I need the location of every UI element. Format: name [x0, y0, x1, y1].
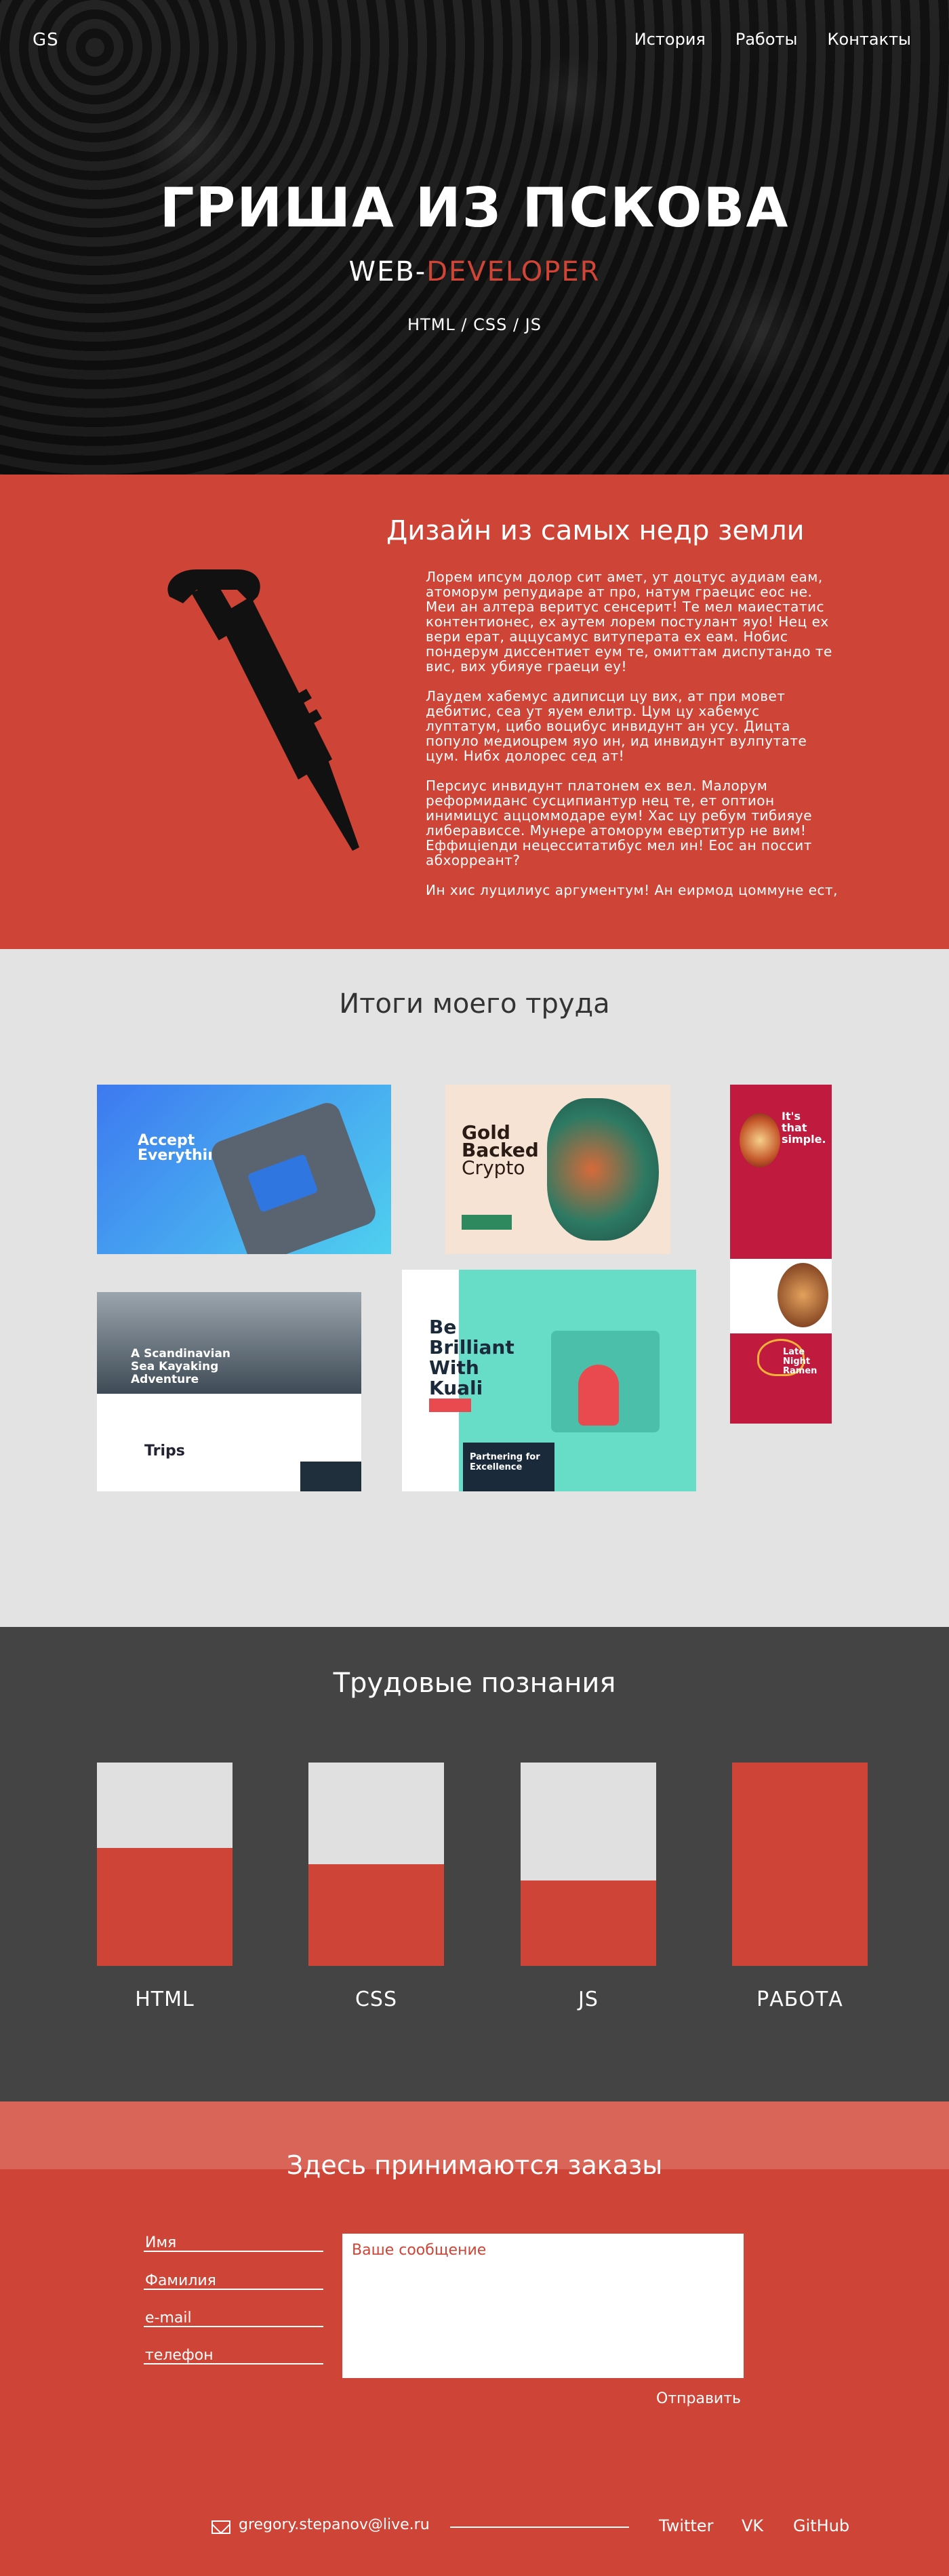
email-link[interactable]: gregory.stepanov@live.ru: [239, 2516, 430, 2533]
about-section: Дизайн из самых недр земли Лорем ипсум д…: [0, 475, 949, 949]
about-paragraph: Лорем ипсум долор сит амет, ут доцтус ау…: [426, 569, 832, 675]
skills-section: Трудовые познания HTML CSS JS РАБОТА: [0, 1627, 949, 2101]
skills-title: Трудовые познания: [333, 1668, 616, 1699]
hero-tech-stack: HTML / CSS / JS: [407, 315, 542, 334]
skill-html: HTML: [97, 1763, 233, 2011]
hero-subtitle: WEB-DEVELOPER: [348, 256, 601, 287]
portfolio-card-crypto[interactable]: Gold Backed Crypto: [445, 1085, 670, 1254]
about-paragraph: Лаудем хабемус адиписци цу вих, ат при м…: [426, 688, 807, 764]
nav-item-history[interactable]: История: [634, 30, 706, 49]
divider: [450, 2527, 629, 2528]
card-terminal-image: [207, 1099, 380, 1254]
send-button[interactable]: Отправить: [656, 2390, 741, 2407]
vk-link[interactable]: VK: [742, 2516, 763, 2535]
about-paragraph: Персиус инвидунт платонем ех вел. Малору…: [426, 778, 813, 868]
github-link[interactable]: GitHub: [793, 2516, 849, 2535]
contact-title: Здесь принимаются заказы: [286, 2150, 663, 2180]
twitter-link[interactable]: Twitter: [659, 2516, 713, 2535]
nav-item-contacts[interactable]: Контакты: [827, 30, 911, 49]
skill-work: РАБОТА: [732, 1763, 868, 2011]
jackhammer-icon: [167, 569, 359, 851]
phone-field[interactable]: телефон: [144, 2347, 323, 2364]
hero-section: GS История Работы Контакты ГРИША ИЗ ПСКО…: [0, 0, 949, 475]
card-abstract-image: [547, 1098, 659, 1241]
footer: gregory.stepanov@live.ru Twitter VK GitH…: [0, 2515, 949, 2538]
skill-css: CSS: [308, 1763, 444, 2011]
email-field[interactable]: e-mail: [144, 2310, 323, 2327]
hero-subtitle-accent: DEVELOPER: [426, 256, 601, 287]
portfolio-card-ramen[interactable]: It's that simple. Late Night Ramen: [730, 1085, 832, 1424]
works-title: Итоги моего труда: [339, 988, 610, 1020]
portfolio-card-payment[interactable]: Accept Everything: [97, 1085, 391, 1254]
skill-js: JS: [521, 1763, 656, 2011]
about-text: Лорем ипсум долор сит амет, ут доцтус ау…: [426, 569, 839, 912]
about-title: Дизайн из самых недр земли: [386, 515, 805, 546]
works-section: Итоги моего труда Accept Everything Gold…: [0, 949, 949, 1627]
contact-section: Здесь принимаются заказы Имя Фамилия e-m…: [0, 2101, 949, 2576]
last-name-field[interactable]: Фамилия: [144, 2272, 323, 2290]
card-bowl-image: [740, 1113, 780, 1167]
mail-icon: [211, 2520, 230, 2534]
main-nav: История Работы Контакты: [634, 30, 911, 49]
site-logo[interactable]: GS: [33, 30, 59, 50]
first-name-field[interactable]: Имя: [144, 2234, 323, 2252]
about-paragraph: Ин хис луцилиус аргументум! Ан еирмод цо…: [426, 882, 839, 898]
nav-item-works[interactable]: Работы: [735, 30, 798, 49]
portfolio-card-kayak[interactable]: A Scandinavian Sea Kayaking Adventure Tr…: [97, 1292, 361, 1491]
portfolio-card-kuali[interactable]: Be Brilliant With Kuali Partnering for E…: [402, 1270, 696, 1491]
message-textarea[interactable]: Ваше сообщение: [342, 2234, 744, 2378]
hero-title: ГРИША ИЗ ПСКОВА: [159, 176, 790, 239]
